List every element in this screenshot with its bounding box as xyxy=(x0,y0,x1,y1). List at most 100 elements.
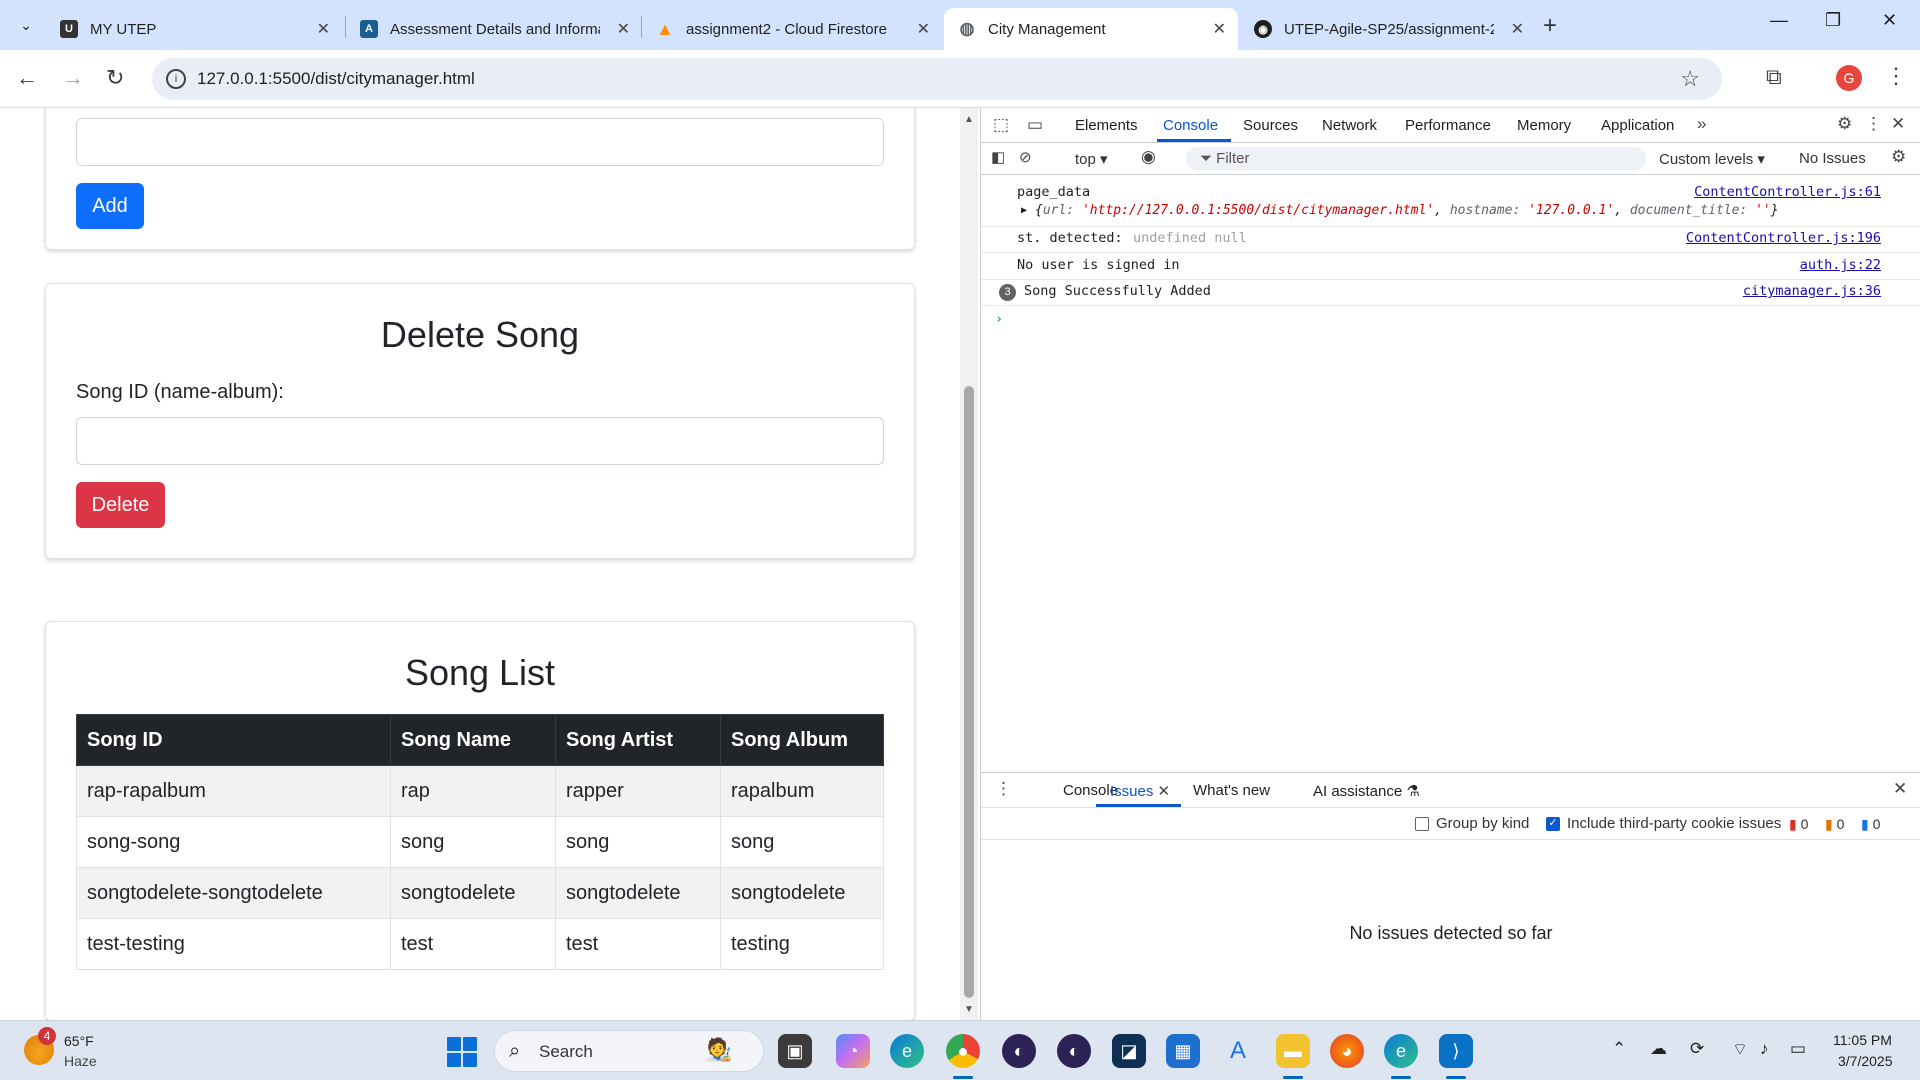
new-tab-button[interactable]: + xyxy=(1543,12,1557,40)
tab-cloud-firestore[interactable]: ▲ assignment2 - Cloud Firestore ✕ xyxy=(642,8,942,50)
song-id-cell: rap-rapalbum xyxy=(76,765,391,817)
devtools-tab-elements[interactable]: Elements xyxy=(1075,117,1138,134)
wifi-icon[interactable]: ⌔ xyxy=(1732,1039,1748,1060)
battery-icon[interactable]: ▭ xyxy=(1790,1039,1806,1059)
issues-counter[interactable]: No Issues xyxy=(1799,150,1866,167)
extensions-icon[interactable]: ⧉ xyxy=(1766,64,1782,90)
close-window-icon[interactable]: ✕ xyxy=(1882,10,1897,31)
more-tabs-chevron-icon[interactable]: » xyxy=(1697,114,1706,134)
start-windows-icon[interactable] xyxy=(447,1037,477,1067)
console-source-link[interactable]: ContentController.js:61 xyxy=(1694,184,1881,200)
reload-icon[interactable]: ↻ xyxy=(106,65,124,91)
console-message-value: undefined null xyxy=(1133,230,1247,246)
add-song-last-input[interactable] xyxy=(76,118,884,166)
forward-icon[interactable]: → xyxy=(62,65,84,91)
expand-triangle-icon[interactable]: ▶ xyxy=(1021,205,1027,216)
devtools-close-icon[interactable]: ✕ xyxy=(1891,114,1905,134)
devtools-tab-application[interactable]: Application xyxy=(1601,117,1674,134)
scroll-up-icon[interactable]: ▲ xyxy=(964,114,974,125)
group-by-kind-checkbox[interactable] xyxy=(1415,817,1429,831)
database-tool-icon[interactable]: ◪ xyxy=(1112,1034,1146,1068)
devtools-menu-icon[interactable]: ⋮ xyxy=(1865,114,1882,134)
taskbar-search[interactable]: ⌕ Search 🧑‍🎨 xyxy=(494,1030,764,1072)
chrome-icon[interactable]: ● xyxy=(946,1034,980,1068)
console-filter-input[interactable]: ⏷ Filter xyxy=(1186,147,1646,171)
clock-time[interactable]: 11:05 PM xyxy=(1833,1032,1892,1048)
close-tab-icon[interactable]: ✕ xyxy=(917,19,930,39)
console-source-link[interactable]: auth.js:22 xyxy=(1800,257,1881,273)
third-party-checkbox[interactable]: ✓ xyxy=(1546,817,1560,831)
live-expression-eye-icon[interactable]: ◉ xyxy=(1141,147,1156,167)
close-tab-icon[interactable]: ✕ xyxy=(317,19,330,39)
sidebar-toggle-icon[interactable]: ◧ xyxy=(991,148,1005,166)
scroll-thumb[interactable] xyxy=(964,386,974,998)
devtools-tab-sources[interactable]: Sources xyxy=(1243,117,1298,134)
context-selector[interactable]: top ▾ xyxy=(1075,150,1108,168)
drawer-tab-ai-assistance[interactable]: AI assistance ⚗ xyxy=(1313,782,1420,800)
accessibility-app-icon[interactable]: A xyxy=(1221,1034,1255,1068)
devtools-tab-network[interactable]: Network xyxy=(1322,117,1377,134)
console-settings-gear-icon[interactable]: ⚙ xyxy=(1891,147,1906,167)
tab-my-utep[interactable]: U MY UTEP ✕ xyxy=(46,8,342,50)
log-levels-dropdown[interactable]: Custom levels ▾ xyxy=(1659,150,1765,168)
show-hidden-icons-chevron[interactable]: ⌃ xyxy=(1612,1039,1626,1059)
url-text[interactable]: 127.0.0.1:5500/dist/citymanager.html xyxy=(197,69,475,89)
file-explorer-icon[interactable]: ▬ xyxy=(1276,1034,1310,1068)
drawer-tab-whats-new[interactable]: What's new xyxy=(1193,782,1270,799)
delete-button[interactable]: Delete xyxy=(76,482,165,528)
tab-github-assignment[interactable]: ◉ UTEP-Agile-SP25/assignment-2 ✕ xyxy=(1240,8,1536,50)
edge-icon[interactable]: e xyxy=(890,1034,924,1068)
close-drawer-icon[interactable]: ✕ xyxy=(1893,779,1907,799)
volume-icon[interactable]: ♪ xyxy=(1760,1039,1769,1059)
console-source-link[interactable]: ContentController.js:196 xyxy=(1686,230,1881,246)
song-id-cell: song-song xyxy=(76,816,391,868)
close-tab-icon[interactable]: ✕ xyxy=(617,19,630,39)
bookmark-star-icon[interactable]: ☆ xyxy=(1680,66,1700,92)
copilot-icon[interactable]: ◔ xyxy=(836,1034,870,1068)
vscode-icon[interactable]: ⟩ xyxy=(1439,1034,1473,1068)
restore-icon[interactable]: ❐ xyxy=(1825,10,1841,31)
console-source-link[interactable]: citymanager.js:36 xyxy=(1743,283,1881,299)
add-button[interactable]: Add xyxy=(76,183,144,229)
search-label: Search xyxy=(539,1042,593,1061)
back-icon[interactable]: ← xyxy=(16,65,38,91)
close-issues-tab-icon[interactable]: ✕ xyxy=(1158,783,1171,800)
page-scrollbar[interactable]: ▲ ▼ xyxy=(960,108,978,1020)
tab-city-management[interactable]: ◍ City Management ✕ xyxy=(944,8,1238,50)
eclipse-alt-icon[interactable]: ◐ xyxy=(1057,1034,1091,1068)
song-id-input[interactable] xyxy=(76,417,884,465)
close-tab-icon[interactable]: ✕ xyxy=(1213,19,1226,39)
drawer-menu-icon[interactable]: ⋮ xyxy=(995,779,1012,799)
edge-dev-icon[interactable]: e xyxy=(1384,1034,1418,1068)
no-issues-message: No issues detected so far xyxy=(1349,923,1553,943)
firefox-icon[interactable]: ◕ xyxy=(1330,1034,1364,1068)
address-bar[interactable]: i 127.0.0.1:5500/dist/citymanager.html ☆ xyxy=(152,58,1722,100)
devtools-settings-gear-icon[interactable]: ⚙ xyxy=(1837,114,1852,134)
song-album-cell: song xyxy=(720,816,884,868)
onedrive-cloud-icon[interactable]: ☁ xyxy=(1650,1039,1667,1059)
inspect-element-icon[interactable]: ⬚ xyxy=(993,115,1009,135)
tab-search-chevron-icon[interactable]: ⌄ xyxy=(12,11,40,39)
devtools-tab-console[interactable]: Console xyxy=(1163,117,1218,134)
song-list-title: Song List xyxy=(404,652,556,693)
devtools-tab-performance[interactable]: Performance xyxy=(1405,117,1491,134)
site-info-icon[interactable]: i xyxy=(166,69,186,89)
eclipse-icon[interactable]: ◐ xyxy=(1002,1034,1036,1068)
scroll-down-icon[interactable]: ▼ xyxy=(964,1004,974,1015)
devtools-tab-memory[interactable]: Memory xyxy=(1517,117,1571,134)
profile-avatar[interactable]: G xyxy=(1836,65,1862,91)
issues-options-bar: Group by kind ✓ Include third-party cook… xyxy=(981,808,1920,840)
clear-console-icon[interactable]: ⊘ xyxy=(1019,148,1032,166)
microsoft-store-icon[interactable]: ▦ xyxy=(1166,1034,1200,1068)
browser-menu-icon[interactable]: ⋮ xyxy=(1885,63,1907,89)
info-count: ▮ 0 xyxy=(1861,816,1881,832)
sync-icon[interactable]: ⟳ xyxy=(1690,1039,1704,1059)
clock-date[interactable]: 3/7/2025 xyxy=(1838,1053,1893,1069)
task-view-icon[interactable]: ▣ xyxy=(778,1034,812,1068)
drawer-tab-issues[interactable]: Issues ✕ xyxy=(1110,782,1170,800)
tab-assessment-details[interactable]: A Assessment Details and Informa ✕ xyxy=(346,8,642,50)
minimize-icon[interactable]: — xyxy=(1770,10,1788,31)
device-toolbar-icon[interactable]: ▭ xyxy=(1027,115,1043,135)
table-row: songtodelete-songtodelete songtodelete s… xyxy=(76,867,884,919)
close-tab-icon[interactable]: ✕ xyxy=(1511,19,1524,39)
